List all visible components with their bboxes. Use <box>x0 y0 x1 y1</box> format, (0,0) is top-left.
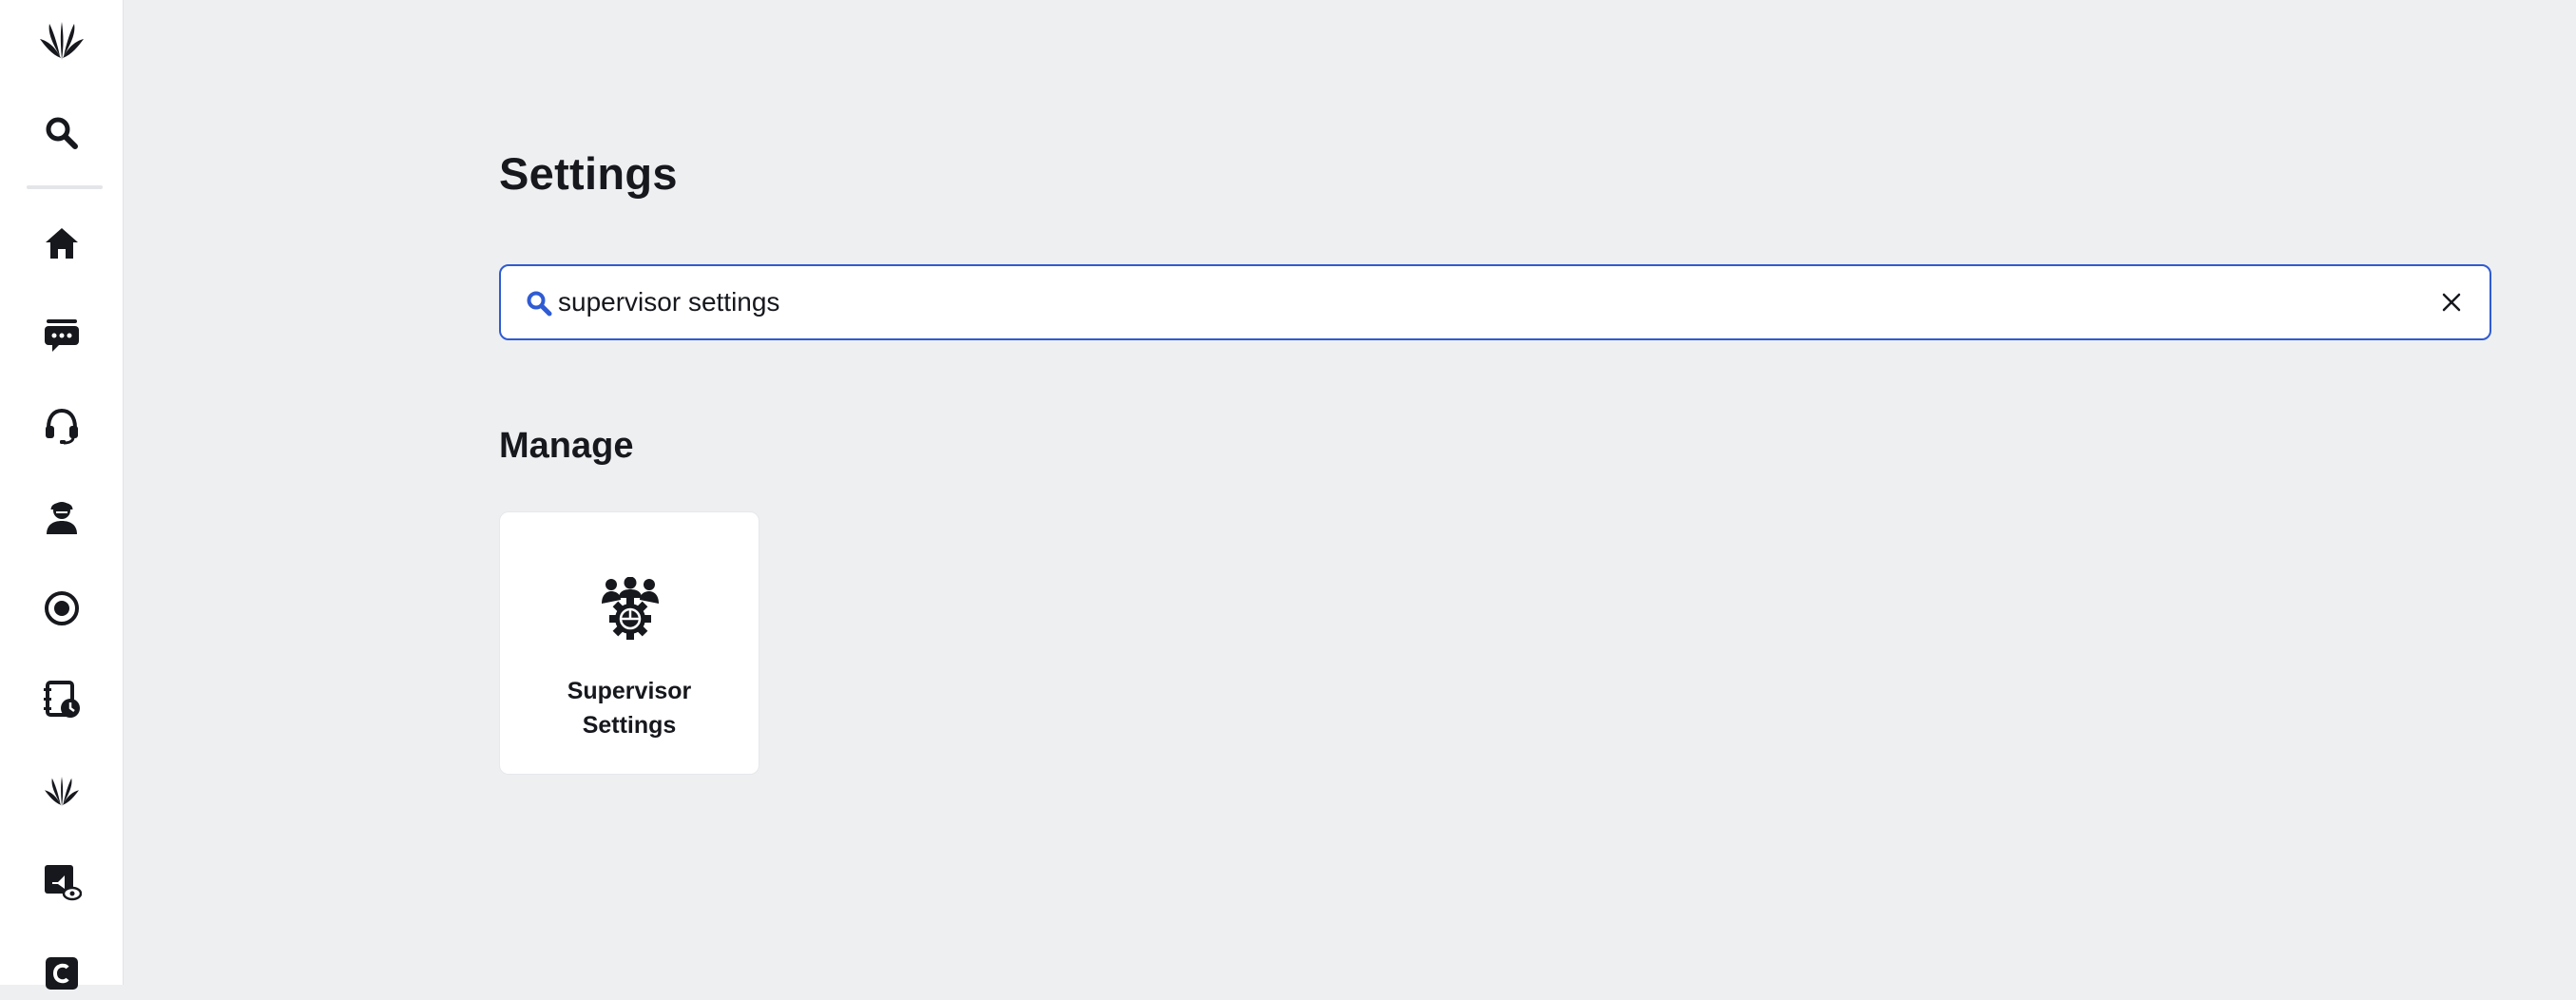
search-icon[interactable] <box>35 106 88 160</box>
supervisor-settings-card[interactable]: Supervisor Settings <box>499 511 759 775</box>
c-square-icon[interactable] <box>35 947 88 1000</box>
clear-search-button[interactable] <box>2432 283 2470 321</box>
main-content: Settings Manage <box>124 0 2576 985</box>
sprinklr-logo-icon[interactable] <box>35 13 88 67</box>
manage-section-title: Manage <box>499 426 633 467</box>
page-title: Settings <box>499 147 678 200</box>
sprinklr-app-icon[interactable] <box>35 764 88 817</box>
sidebar <box>0 0 124 985</box>
sidebar-divider <box>27 185 103 189</box>
broadcast-view-icon[interactable] <box>35 856 88 909</box>
close-icon <box>2441 292 2462 313</box>
conversations-icon[interactable] <box>35 308 88 361</box>
contact-book-clock-icon[interactable] <box>35 673 88 726</box>
record-icon[interactable] <box>35 582 88 635</box>
home-icon[interactable] <box>35 217 88 270</box>
search-icon <box>526 290 552 321</box>
supervisor-settings-icon <box>600 577 661 644</box>
supervisor-settings-label: Supervisor Settings <box>500 674 759 742</box>
settings-search-box[interactable] <box>499 264 2491 340</box>
agent-icon[interactable] <box>35 490 88 544</box>
headset-icon[interactable] <box>35 399 88 452</box>
settings-search-input[interactable] <box>558 266 2364 338</box>
